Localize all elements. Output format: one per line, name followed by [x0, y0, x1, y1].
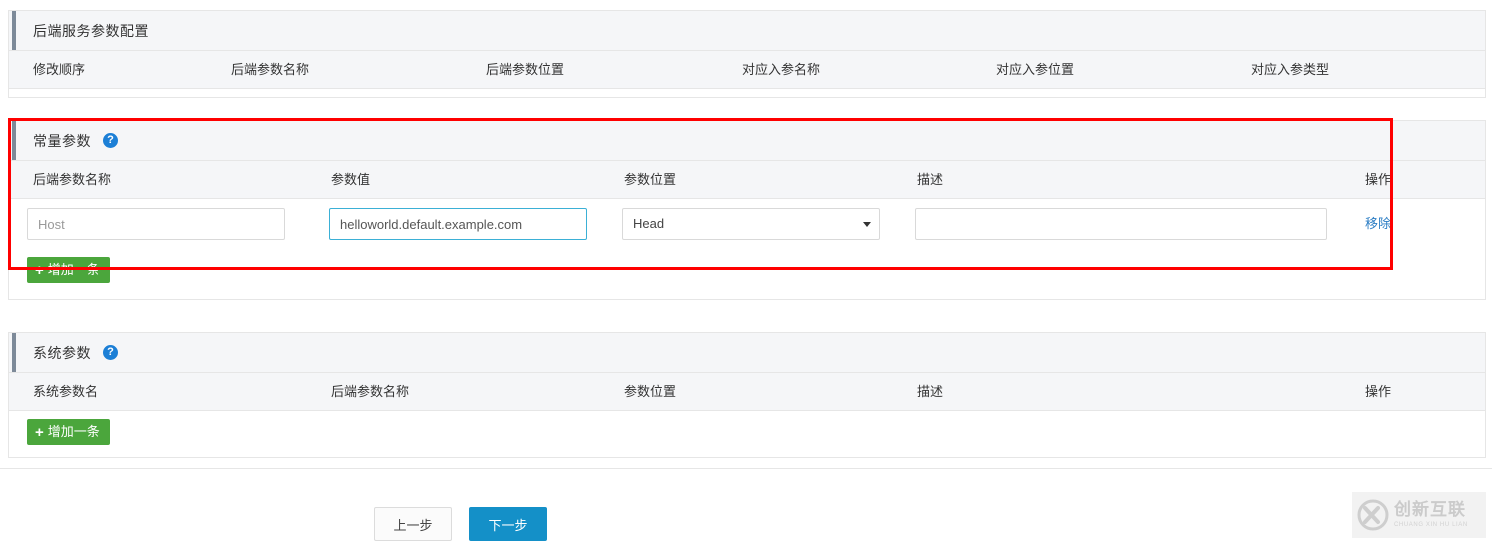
brand-logo-icon	[1356, 498, 1390, 532]
add-system-param-button[interactable]: + 增加一条	[27, 419, 110, 445]
column-header-input-param-name: 对应入参名称	[742, 62, 821, 77]
remove-row-link[interactable]: 移除	[1365, 199, 1391, 249]
column-header-param-value: 参数值	[331, 172, 371, 187]
backend-param-name-input[interactable]	[27, 208, 285, 240]
add-constant-param-label: 增加一条	[47, 262, 100, 277]
description-input[interactable]	[915, 208, 1327, 240]
previous-step-button[interactable]: 上一步	[374, 507, 452, 541]
table-row: Head 移除	[9, 199, 1485, 249]
column-header-description: 描述	[917, 172, 944, 187]
column-header-input-param-position: 对应入参位置	[996, 62, 1075, 77]
column-header-param-position: 参数位置	[624, 172, 677, 187]
column-header-modify-order: 修改顺序	[33, 62, 86, 77]
watermark-cn-text: 创新互联	[1394, 500, 1466, 520]
next-step-button[interactable]: 下一步	[469, 507, 547, 541]
system-params-title: 系统参数	[33, 344, 91, 361]
backend-service-params-title: 后端服务参数配置	[33, 22, 149, 39]
add-constant-param-button[interactable]: + 增加一条	[27, 257, 110, 283]
wizard-footer: 上一步 下一步	[0, 468, 1492, 547]
add-system-param-label: 增加一条	[47, 424, 100, 439]
help-icon[interactable]: ?	[103, 133, 118, 148]
param-position-select[interactable]: Head	[622, 208, 880, 240]
column-header-action: 操作	[1365, 172, 1392, 187]
constant-params-add-row-zone: + 增加一条	[9, 249, 1485, 295]
system-params-add-row-zone: + 增加一条	[9, 411, 1485, 457]
help-icon[interactable]: ?	[103, 345, 118, 360]
plus-icon: +	[35, 262, 44, 279]
constant-params-panel: 常量参数 ? 后端参数名称 参数值 参数位置 描述 操作 Head 移除 +增加…	[8, 120, 1486, 300]
chevron-down-icon	[863, 222, 871, 227]
column-header-backend-param-position: 后端参数位置	[486, 62, 565, 77]
backend-service-params-panel: 后端服务参数配置 修改顺序 后端参数名称 后端参数位置 对应入参名称 对应入参位…	[8, 10, 1486, 98]
constant-params-table-header: 后端参数名称 参数值 参数位置 描述 操作	[9, 161, 1485, 199]
watermark-logo: 创新互联 CHUANG XIN HU LIAN	[1352, 492, 1486, 538]
column-header-backend-param-name: 后端参数名称	[231, 62, 310, 77]
param-value-input[interactable]	[329, 208, 587, 240]
watermark-text: 创新互联 CHUANG XIN HU LIAN	[1394, 500, 1468, 529]
column-header-description: 描述	[917, 384, 944, 399]
watermark-en-text: CHUANG XIN HU LIAN	[1394, 522, 1468, 528]
param-position-select-value: Head	[633, 216, 665, 231]
column-header-param-position: 参数位置	[624, 384, 677, 399]
backend-service-params-header: 后端服务参数配置	[9, 11, 1485, 51]
backend-service-params-table-header: 修改顺序 后端参数名称 后端参数位置 对应入参名称 对应入参位置 对应入参类型	[9, 51, 1485, 89]
page-root: 后端服务参数配置 修改顺序 后端参数名称 后端参数位置 对应入参名称 对应入参位…	[0, 0, 1492, 547]
system-params-panel: 系统参数 ? 系统参数名 后端参数名称 参数位置 描述 操作 + 增加一条	[8, 332, 1486, 458]
column-header-backend-param-name: 后端参数名称	[33, 172, 112, 187]
system-params-table-header: 系统参数名 后端参数名称 参数位置 描述 操作	[9, 373, 1485, 411]
section-accent-bar	[12, 121, 16, 160]
column-header-input-param-type: 对应入参类型	[1251, 62, 1330, 77]
column-header-system-param-name: 系统参数名	[33, 384, 99, 399]
system-params-header: 系统参数 ?	[9, 333, 1485, 373]
column-header-backend-param-name: 后端参数名称	[331, 384, 410, 399]
section-accent-bar	[12, 333, 16, 372]
column-header-action: 操作	[1365, 384, 1392, 399]
constant-params-title: 常量参数	[33, 132, 91, 149]
section-accent-bar	[12, 11, 16, 50]
plus-icon: +	[35, 424, 44, 441]
constant-params-header: 常量参数 ?	[9, 121, 1485, 161]
